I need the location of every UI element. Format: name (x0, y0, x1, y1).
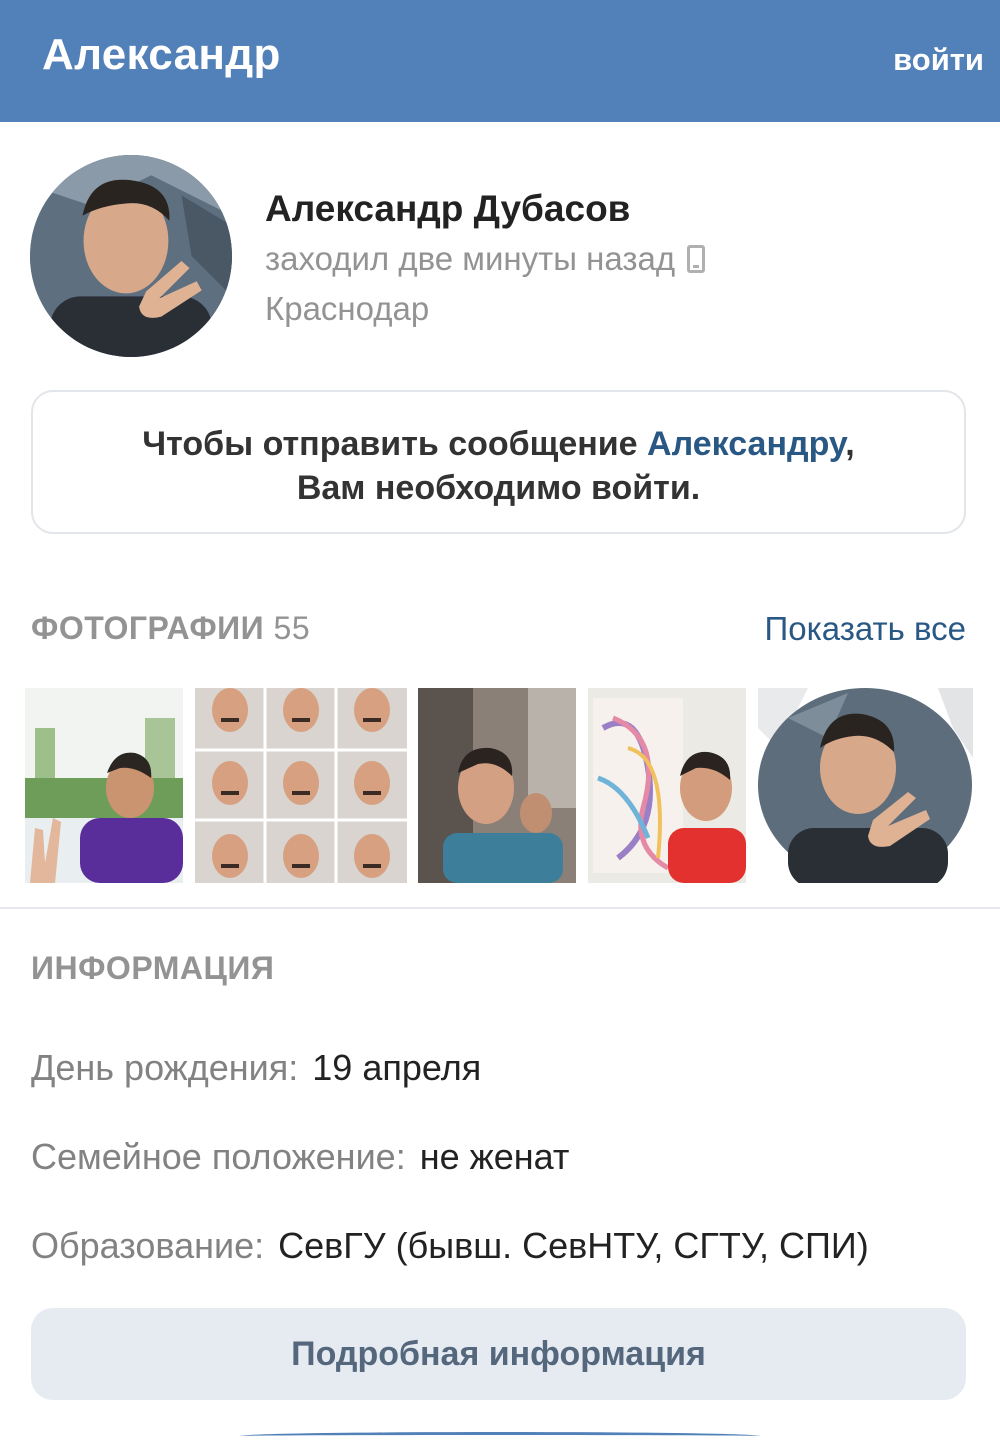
section-divider (0, 907, 1000, 909)
info-row-birthday: День рождения: 19 апреля (31, 1047, 481, 1089)
show-all-photos-link[interactable]: Показать все (765, 610, 966, 648)
photos-title[interactable]: ФОТОГРАФИИ 55 (31, 610, 310, 647)
info-row-relationship: Семейное положение: не женат (31, 1136, 569, 1178)
profile-card: Александр Дубасов заходил две минуты наз… (0, 122, 1000, 382)
info-label: Семейное положение: (31, 1136, 406, 1177)
profile-name: Александр Дубасов (265, 188, 631, 229)
photo-thumbnail[interactable] (195, 688, 407, 883)
photo-image (25, 688, 183, 883)
avatar[interactable] (30, 155, 232, 357)
login-button[interactable]: войти (893, 42, 984, 78)
avatar-photo (30, 155, 232, 357)
profile-city: Краснодар (265, 290, 430, 327)
photo-thumbnail[interactable] (25, 688, 183, 883)
notice-line-1: Чтобы отправить сообщение Александру, (33, 422, 964, 466)
notice-comma: , (845, 425, 855, 463)
notice-text: Чтобы отправить сообщение (142, 425, 648, 463)
photo-thumbnail[interactable] (418, 688, 576, 883)
online-status: заходил две минуты назад (265, 240, 706, 278)
info-label: Образование: (31, 1225, 265, 1266)
next-section-edge (240, 1432, 760, 1440)
photo-image (588, 688, 746, 883)
photo-image (418, 688, 576, 883)
photo-image (758, 688, 973, 883)
photo-image (195, 688, 407, 883)
login-to-message-notice: Чтобы отправить сообщение Александру, Ва… (31, 390, 966, 534)
info-row-education: Образование: СевГУ (бывш. СевНТУ, СГТУ, С… (31, 1225, 869, 1267)
detailed-info-button[interactable]: Подробная информация (31, 1308, 966, 1400)
info-value: не женат (419, 1136, 570, 1177)
photos-title-label: ФОТОГРАФИИ (31, 610, 265, 646)
info-label: День рождения: (31, 1047, 299, 1088)
photo-thumbnail[interactable] (588, 688, 746, 883)
top-bar: Александр войти (0, 0, 1000, 122)
photos-count: 55 (273, 610, 311, 646)
mobile-phone-icon (687, 245, 706, 273)
recipient-link[interactable]: Александру (647, 425, 845, 463)
notice-line-2: Вам необходимо войти. (296, 469, 701, 507)
info-title: ИНФОРМАЦИЯ (31, 950, 275, 986)
page-title: Александр (42, 30, 281, 79)
status-text: заходил две минуты назад (265, 240, 676, 277)
info-value-link[interactable]: СевГУ (бывш. СевНТУ, СГТУ, СПИ) (278, 1225, 869, 1266)
photos-header: ФОТОГРАФИИ 55 Показать все (31, 608, 966, 652)
photo-thumbnail[interactable] (758, 688, 973, 883)
info-value: 19 апреля (312, 1047, 482, 1088)
